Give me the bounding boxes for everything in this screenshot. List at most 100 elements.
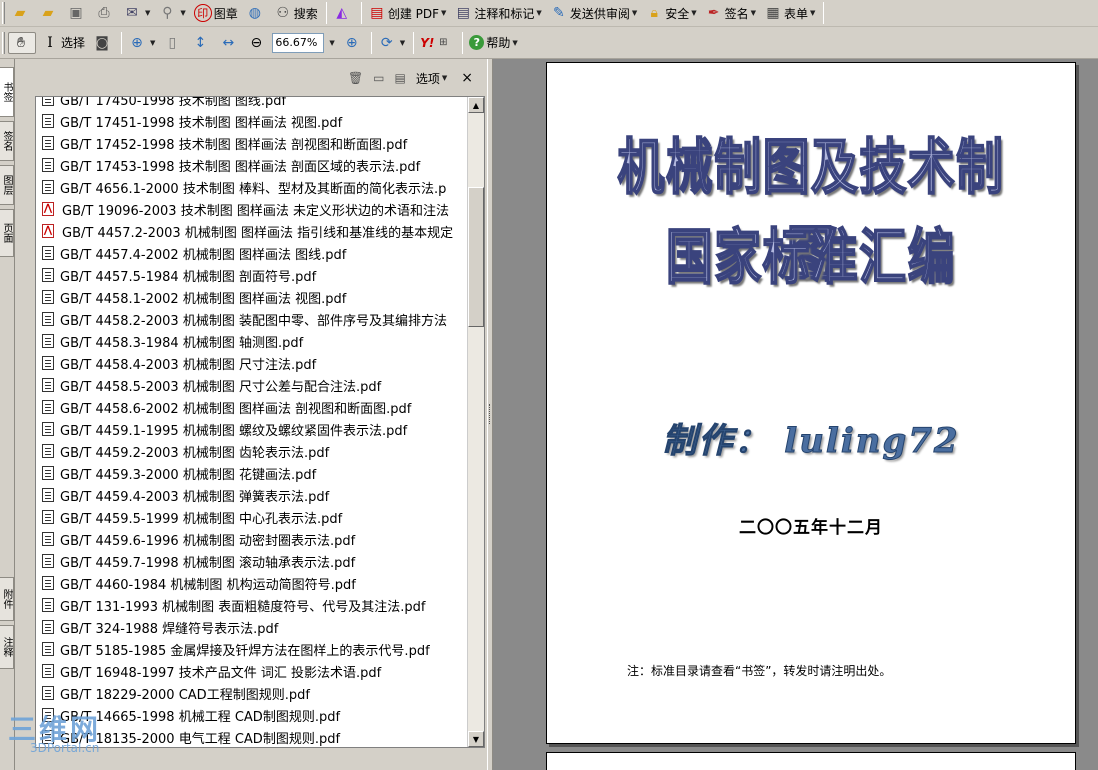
snapshot-button[interactable]: ◙: [90, 32, 116, 54]
bookmark-item[interactable]: GB/T 4458.4-2003 机械制图 尺寸注法.pdf: [36, 352, 468, 374]
bookmark-item[interactable]: GB/T 4459.7-1998 机械制图 滚动轴承表示法.pdf: [36, 550, 468, 572]
scroll-down-button[interactable]: ▼: [468, 731, 484, 747]
zoom-dropdown[interactable]: ▼: [324, 32, 337, 54]
bookmark-item[interactable]: GB/T 17453-1998 技术制图 图样画法 剖面区域的表示法.pdf: [36, 154, 468, 176]
bookmark-item[interactable]: GB/T 17452-1998 技术制图 图样画法 剖视图和断面图.pdf: [36, 132, 468, 154]
attach-button[interactable]: ⚲ ▼: [155, 2, 188, 24]
help-button[interactable]: ? 帮助 ▼: [466, 32, 520, 54]
organizer-button[interactable]: ▰: [36, 2, 62, 24]
bookmark-item[interactable]: GB/T 4460-1984 机械制图 机构运动简图符号.pdf: [36, 572, 468, 594]
vertical-scrollbar[interactable]: ▲ ▼: [467, 97, 484, 747]
tab-pages[interactable]: 页面: [0, 209, 14, 257]
bookmark-label: GB/T 4460-1984 机械制图 机构运动简图符号.pdf: [60, 577, 356, 593]
rotate-page-icon: ⟳: [380, 34, 393, 51]
zoom-input[interactable]: [272, 32, 325, 53]
pdf-file-icon: ⋀: [42, 224, 54, 238]
bookmark-item[interactable]: GB/T 4458.1-2002 机械制图 图样画法 视图.pdf: [36, 286, 468, 308]
bookmark-label: GB/T 4459.3-2000 机械制图 花键画法.pdf: [60, 467, 317, 483]
actual-size-button[interactable]: ▯: [160, 32, 186, 54]
page-icon: ▯: [168, 34, 177, 51]
create-pdf-button[interactable]: ▤ 创建 PDF ▼: [365, 2, 450, 24]
bookmark-item[interactable]: GB/T 4656.1-2000 技术制图 棒料、型材及其断面的简化表示法.p: [36, 176, 468, 198]
bookmark-label: GB/T 4457.4-2002 机械制图 图样画法 图线.pdf: [60, 247, 347, 263]
color-button[interactable]: ◭: [330, 2, 356, 24]
globe-button[interactable]: ◍: [243, 2, 269, 24]
tab-layers[interactable]: 图层: [0, 165, 14, 205]
magnifier-icon: ⊕: [131, 34, 143, 51]
toolbar-grip[interactable]: [2, 31, 5, 54]
yahoo-button[interactable]: Y! ⊞: [417, 32, 457, 54]
folder-open-icon: ▰: [14, 5, 26, 21]
zoom-out-icon: ⊖: [250, 34, 263, 51]
bookmark-item[interactable]: GB/T 4459.3-2000 机械制图 花键画法.pdf: [36, 462, 468, 484]
bookmark-item[interactable]: GB/T 17450-1998 技术制图 图线.pdf: [36, 97, 468, 110]
new-bookmark-button[interactable]: ▭: [373, 71, 384, 85]
options-menu[interactable]: 选项 ▼: [416, 70, 447, 87]
delete-bookmark-button[interactable]: 🗑︎: [348, 71, 363, 85]
document-icon: [42, 576, 54, 590]
scroll-thumb[interactable]: [468, 187, 484, 327]
hand-tool-button[interactable]: ✋︎: [8, 31, 36, 54]
expand-bookmark-button[interactable]: ▤: [395, 71, 406, 85]
bookmark-item[interactable]: GB/T 4457.4-2002 机械制图 图样画法 图线.pdf: [36, 242, 468, 264]
bookmark-item[interactable]: GB/T 5185-1985 金属焊接及钎焊方法在图样上的表示代号.pdf: [36, 638, 468, 660]
bookmark-item[interactable]: GB/T 18229-2000 CAD工程制图规则.pdf: [36, 682, 468, 704]
document-view[interactable]: 机械制图及技术制图 国家标准汇编 制作： luling72 二〇〇五年十二月 注…: [493, 59, 1098, 770]
bookmark-item[interactable]: GB/T 4458.5-2003 机械制图 尺寸公差与配合注法.pdf: [36, 374, 468, 396]
tab-bookmarks[interactable]: 书签: [0, 67, 14, 117]
bookmark-label: GB/T 18229-2000 CAD工程制图规则.pdf: [60, 687, 310, 703]
bookmark-item[interactable]: GB/T 4458.2-2003 机械制图 装配图中零、部件序号及其编排方法: [36, 308, 468, 330]
bookmark-item[interactable]: ⋀ GB/T 19096-2003 技术制图 图样画法 未定义形状边的术语和注法: [36, 198, 468, 220]
search-button[interactable]: ⚇ 搜索: [271, 2, 321, 24]
send-review-label: 发送供审阅: [569, 6, 630, 21]
bookmark-item[interactable]: GB/T 4459.4-2003 机械制图 弹簧表示法.pdf: [36, 484, 468, 506]
bookmark-item[interactable]: GB/T 324-1988 焊缝符号表示法.pdf: [36, 616, 468, 638]
bookmark-item[interactable]: GB/T 4457.5-1984 机械制图 剖面符号.pdf: [36, 264, 468, 286]
open-button[interactable]: ▰: [8, 2, 34, 24]
bookmark-item[interactable]: GB/T 4459.6-1996 机械制图 动密封圈表示法.pdf: [36, 528, 468, 550]
fit-width-icon: ↔: [222, 34, 235, 51]
email-button[interactable]: ✉ ▼: [120, 2, 153, 24]
sign-button[interactable]: ✒ 签名 ▼: [702, 2, 759, 24]
bookmark-item[interactable]: GB/T 16948-1997 技术产品文件 词汇 投影法术语.pdf: [36, 660, 468, 682]
chevron-down-icon: ▼: [329, 38, 335, 47]
bookmark-item[interactable]: GB/T 4459.1-1995 机械制图 螺纹及螺纹紧固件表示法.pdf: [36, 418, 468, 440]
toolbar-grip[interactable]: [2, 2, 5, 24]
forms-button[interactable]: ▦ 表单 ▼: [761, 2, 818, 24]
bookmark-list[interactable]: GB/T 17450-1998 技术制图 图线.pdf GB/T 17451-19…: [35, 96, 485, 748]
security-button[interactable]: 🔒︎ 安全 ▼: [642, 2, 699, 24]
fit-width-button[interactable]: ↔: [216, 32, 242, 54]
fit-page-button[interactable]: ↕: [188, 32, 214, 54]
bookmark-label: GB/T 131-1993 机械制图 表面粗糙度符号、代号及其注法.pdf: [60, 599, 426, 615]
zoom-in-button[interactable]: ⊕: [340, 32, 366, 54]
zoom-out-button[interactable]: ⊖: [244, 32, 270, 54]
bookmark-item[interactable]: GB/T 4459.2-2003 机械制图 齿轮表示法.pdf: [36, 440, 468, 462]
rotate-button[interactable]: ⟳ ▼: [375, 32, 408, 54]
chevron-down-icon: ▼: [810, 9, 816, 17]
bookmark-label: GB/T 14665-1998 机械工程 CAD制图规则.pdf: [60, 709, 341, 725]
comment-markup-button[interactable]: ▤ 注释和标记 ▼: [451, 2, 544, 24]
scroll-up-button[interactable]: ▲: [468, 97, 484, 113]
bookmark-label: GB/T 4458.4-2003 机械制图 尺寸注法.pdf: [60, 357, 317, 373]
document-icon: [42, 444, 54, 458]
bookmark-item[interactable]: GB/T 131-1993 机械制图 表面粗糙度符号、代号及其注法.pdf: [36, 594, 468, 616]
send-review-button[interactable]: ✎ 发送供审阅 ▼: [547, 2, 640, 24]
search-label: 搜索: [293, 6, 318, 21]
tab-comments[interactable]: 注释: [0, 625, 14, 669]
stamp-label: 图章: [213, 6, 238, 21]
save-button[interactable]: ▣: [64, 2, 90, 24]
bookmark-item[interactable]: GB/T 17451-1998 技术制图 图样画法 视图.pdf: [36, 110, 468, 132]
bookmark-item[interactable]: GB/T 4458.6-2002 机械制图 图样画法 剖视图和断面图.pdf: [36, 396, 468, 418]
bookmark-item[interactable]: GB/T 4459.5-1999 机械制图 中心孔表示法.pdf: [36, 506, 468, 528]
tab-signatures[interactable]: 签名: [0, 121, 14, 161]
close-icon: ×: [461, 70, 473, 86]
print-button[interactable]: ⎙: [92, 2, 118, 24]
stamp-button[interactable]: 印图章: [191, 2, 241, 24]
bookmark-item[interactable]: GB/T 4458.3-1984 机械制图 轴测图.pdf: [36, 330, 468, 352]
bookmark-item[interactable]: ⋀ GB/T 4457.2-2003 机械制图 图样画法 指引线和基准线的基本规定: [36, 220, 468, 242]
tab-attachments[interactable]: 附件: [0, 577, 14, 621]
document-icon: [42, 488, 54, 502]
close-panel-button[interactable]: ×: [461, 70, 473, 86]
zoom-tool-button[interactable]: ⊕ ▼: [125, 32, 158, 54]
select-tool-button[interactable]: I 选择: [38, 32, 88, 54]
